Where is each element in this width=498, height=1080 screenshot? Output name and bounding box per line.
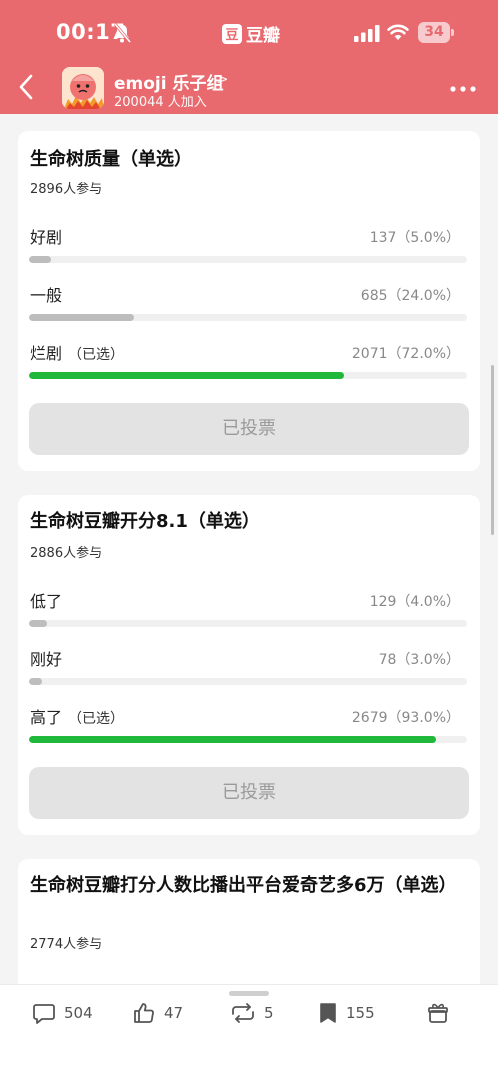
repost-icon	[232, 1003, 254, 1023]
repost-count: 5	[264, 1004, 274, 1022]
more-options-icon[interactable]	[448, 79, 478, 99]
group-avatar[interactable]	[62, 67, 104, 109]
header: 00:17 豆 豆瓣 34 emoji 乐子组 > 200044 人加入	[0, 0, 498, 114]
wifi-icon	[387, 24, 409, 40]
battery-indicator: 34	[418, 22, 454, 43]
comment-button[interactable]: 504	[32, 1001, 93, 1025]
voted-button[interactable]: 已投票	[29, 767, 469, 819]
poll-option-stat: 129（4.0%）	[369, 594, 460, 610]
repost-button[interactable]: 5	[230, 1001, 274, 1025]
battery-level: 34	[418, 22, 450, 43]
poll-title: 生命树质量（单选）	[30, 149, 192, 170]
selected-indicator: （已选）	[68, 711, 125, 727]
nav-bar: emoji 乐子组 > 200044 人加入	[0, 64, 498, 114]
app-name: 豆瓣	[246, 26, 280, 46]
drag-handle[interactable]	[229, 991, 269, 996]
poll-option-label: 低了	[30, 588, 62, 612]
thumbs-up-icon	[134, 1003, 154, 1023]
poll-title: 生命树豆瓣打分人数比播出平台爱奇艺多6万（单选）	[30, 875, 457, 896]
poll-card: 生命树豆瓣打分人数比播出平台爱奇艺多6万（单选） 2774人参与	[18, 859, 480, 984]
poll-option-bar	[29, 678, 467, 685]
app-brand: 豆 豆瓣	[222, 21, 280, 46]
poll-option-text: 刚好	[30, 650, 63, 669]
poll-feed[interactable]: 生命树质量（单选） 2896人参与 好剧 137（5.0%） 一般 685（24…	[0, 114, 498, 984]
like-button[interactable]: 47	[132, 1001, 183, 1025]
poll-participants: 2774人参与	[30, 937, 103, 952]
poll-participants: 2886人参与	[30, 546, 103, 561]
poll-participants: 2896人参与	[30, 182, 103, 197]
like-count: 47	[164, 1004, 184, 1022]
poll-option-fill	[29, 736, 437, 743]
poll-option-text: 高了	[30, 708, 63, 727]
poll-option-fill	[29, 678, 43, 685]
gift-button[interactable]	[426, 1001, 450, 1025]
comment-count: 504	[64, 1004, 93, 1022]
selected-indicator: （已选）	[68, 347, 125, 363]
poll-option-stat: 137（5.0%）	[369, 230, 460, 246]
poll-option-stat: 685（24.0%）	[360, 288, 460, 304]
group-member-count: 200044 人加入	[114, 95, 207, 110]
poll-card: 生命树质量（单选） 2896人参与 好剧 137（5.0%） 一般 685（24…	[18, 131, 480, 471]
poll-option-bar	[29, 256, 467, 263]
poll-option-label: 一般	[30, 282, 62, 306]
poll-option-fill	[29, 314, 135, 321]
signal-icon	[354, 25, 380, 42]
poll-card: 生命树豆瓣开分8.1（单选） 2886人参与 低了 129（4.0%） 刚好 7…	[18, 495, 480, 835]
poll-option-text: 烂剧	[30, 344, 63, 363]
poll-option-label: 刚好	[30, 646, 62, 670]
voted-button[interactable]: 已投票	[29, 403, 469, 455]
poll-option-label: 烂剧 （已选）	[30, 340, 124, 364]
douban-logo-icon: 豆	[222, 23, 242, 44]
collect-count: 155	[346, 1004, 375, 1022]
poll-option-label: 高了 （已选）	[30, 704, 124, 728]
poll-option-bar	[29, 620, 467, 627]
poll-option-text: 低了	[30, 592, 63, 611]
poll-option-stat: 78（3.0%）	[378, 652, 460, 668]
bookmark-icon	[320, 1003, 336, 1023]
battery-tip	[451, 29, 454, 36]
chevron-right-icon[interactable]: >	[216, 70, 229, 88]
poll-option-stat: 2679（93.0%）	[351, 710, 460, 726]
poll-option-bar	[29, 314, 467, 321]
bell-off-icon	[113, 23, 132, 43]
gift-icon	[428, 1003, 448, 1023]
poll-option-label: 好剧	[30, 224, 62, 248]
poll-title: 生命树豆瓣开分8.1（单选）	[30, 511, 260, 532]
poll-option-stat: 2071（72.0%）	[351, 346, 460, 362]
bottom-action-bar: 504 47 5 155	[0, 984, 498, 1080]
poll-option-fill	[29, 620, 47, 627]
comment-icon	[33, 1004, 55, 1024]
scrollbar[interactable]	[491, 365, 494, 535]
poll-option-fill	[29, 372, 345, 379]
poll-option-fill	[29, 256, 51, 263]
back-arrow-icon[interactable]	[14, 72, 40, 102]
poll-option-text: 一般	[30, 286, 63, 305]
collect-button[interactable]: 155	[318, 1001, 375, 1025]
poll-option-text: 好剧	[30, 228, 63, 247]
group-avatar-image	[62, 67, 104, 109]
poll-option-bar	[29, 736, 467, 743]
status-bar: 00:17 豆 豆瓣 34	[0, 0, 498, 64]
poll-option-bar	[29, 372, 467, 379]
